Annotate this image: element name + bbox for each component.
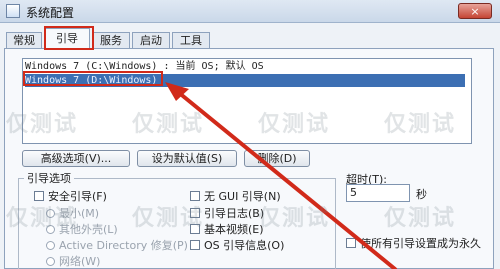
system-config-window: 系统配置 × 常规 引导 服务 启动 工具 Windows 7 (C:\Wind… bbox=[0, 0, 500, 269]
annotation-arrow-icon bbox=[165, 82, 397, 269]
